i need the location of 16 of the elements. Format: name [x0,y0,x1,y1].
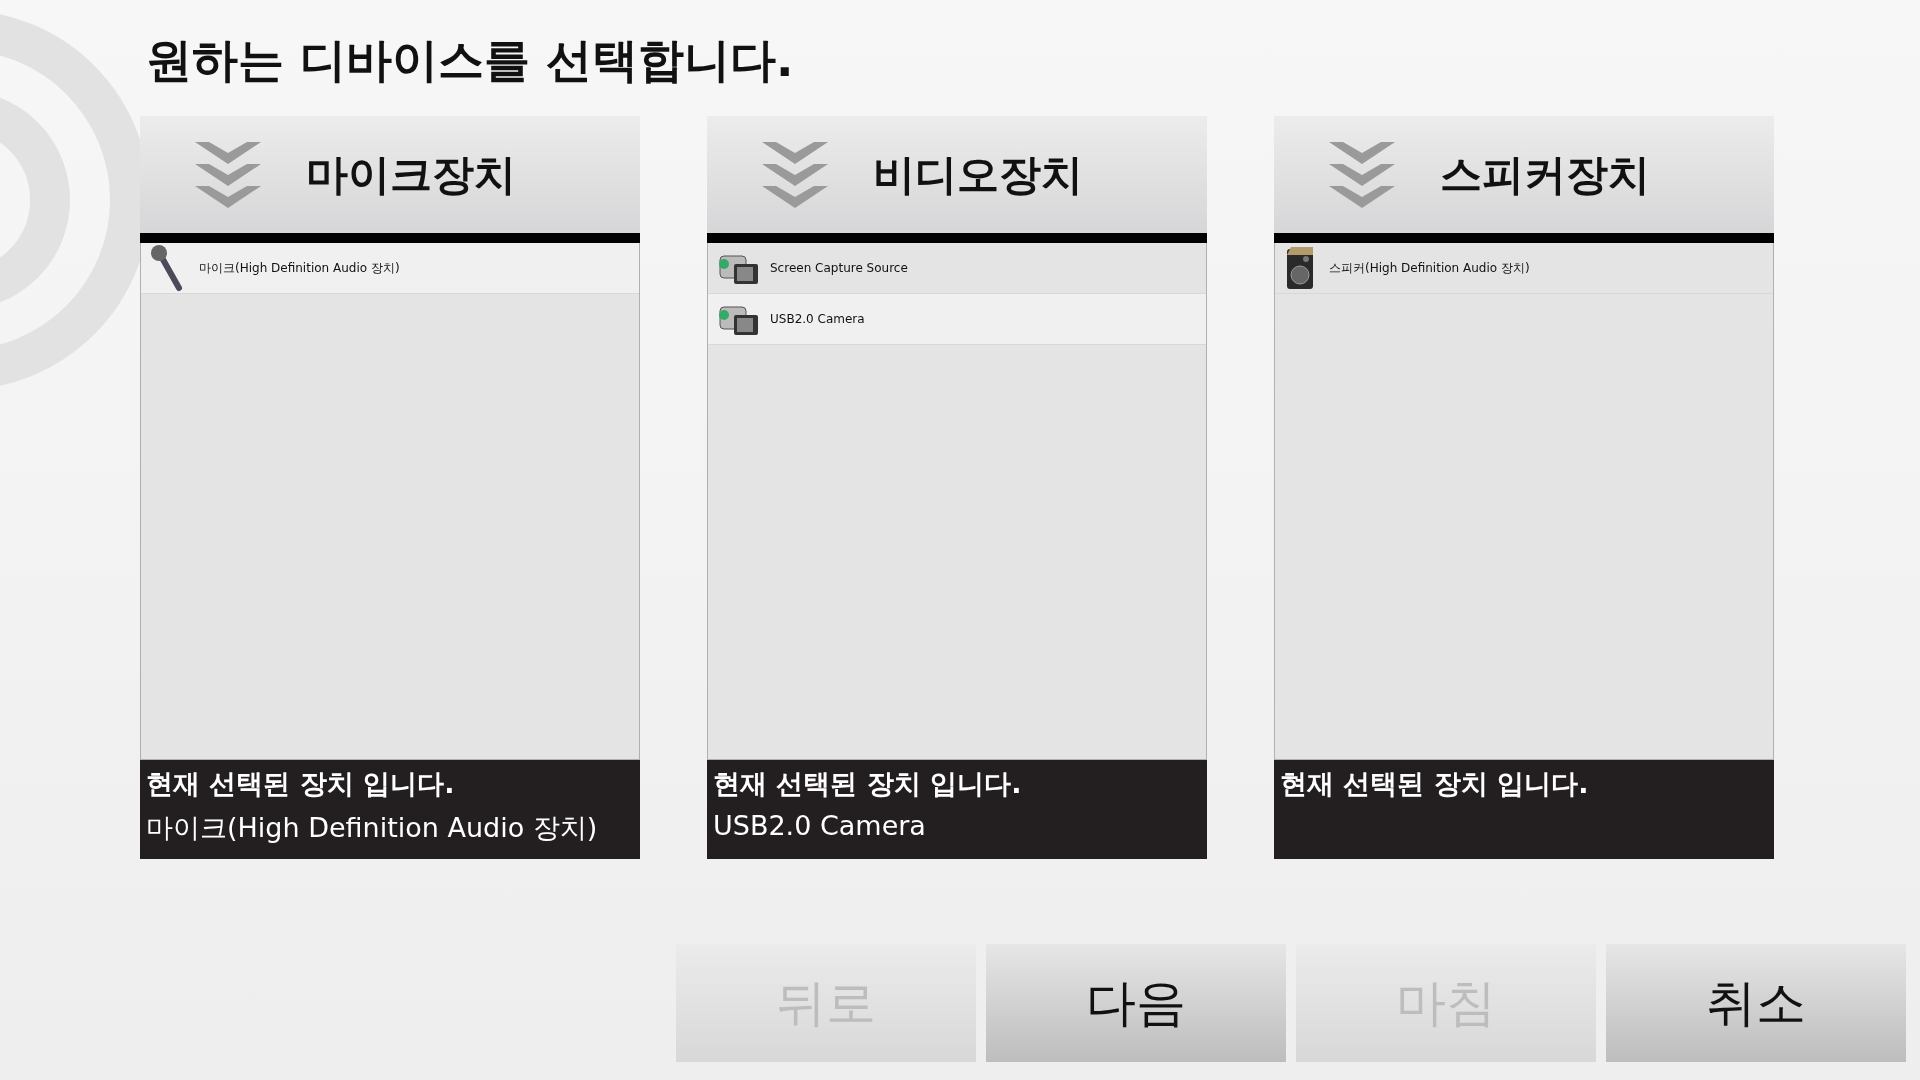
device-item[interactable]: 마이크(High Definition Audio 장치) [141,243,639,294]
chevron-down-icon [1329,141,1395,208]
wizard-button[interactable]: 다음 [986,944,1286,1062]
footer-label: 현재 선택된 장치 입니다. [146,767,456,801]
footer-label: 현재 선택된 장치 입니다. [713,767,1023,801]
wizard-button[interactable]: 취소 [1606,944,1906,1062]
chevron-down-icon [762,141,828,208]
panel-heading: 스피커장치 [1440,148,1650,201]
current-device: 마이크(High Definition Audio 장치) [146,811,599,845]
panel-heading: 비디오장치 [873,148,1083,201]
device-item[interactable]: USB2.0 Camera [708,294,1206,345]
panel-heading: 마이크장치 [306,148,516,201]
chevron-down-icon [195,141,261,208]
page-title: 원하는 디바이스를 선택합니다. [146,32,795,89]
current-device: USB2.0 Camera [713,810,927,841]
footer-label: 현재 선택된 장치 입니다. [1280,767,1590,801]
